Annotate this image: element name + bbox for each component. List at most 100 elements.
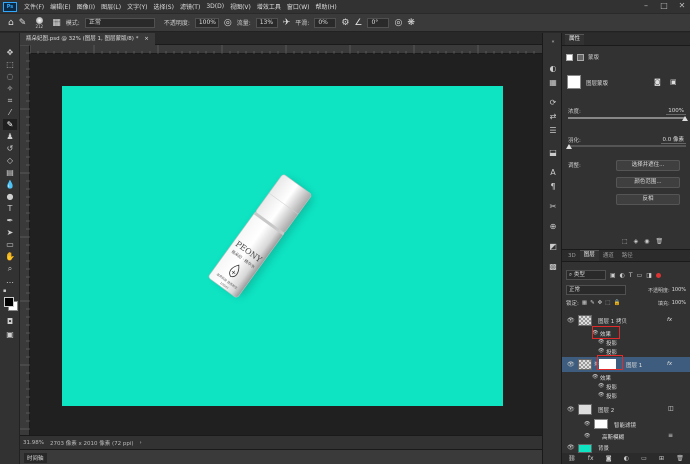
quick-select-tool-icon[interactable]: ✧ <box>3 83 17 94</box>
lock-all-icon[interactable]: 🔒 <box>613 300 620 306</box>
filter-type-icon[interactable]: T <box>629 272 633 279</box>
menu-help[interactable]: 帮助(H) <box>313 2 340 11</box>
learn-panel-icon[interactable]: ⬓ <box>546 147 560 158</box>
tab-channels[interactable]: 通道 <box>599 251 618 261</box>
effect-row-drop-shadow[interactable]: 👁 投影 <box>562 338 690 347</box>
pixel-mask-icon[interactable] <box>566 53 573 61</box>
smart-filters-row[interactable]: 👁 智能滤镜 <box>562 418 690 430</box>
lock-pixels-icon[interactable]: ▦ <box>582 300 587 306</box>
layer-row-layer1-copy[interactable]: 👁 图层 1 拷贝 fx <box>562 313 690 328</box>
document-canvas[interactable]: PEONY 瓶朵妃 · 精华水 滋养肌肤 焕亮新生 100ml <box>62 86 503 406</box>
eye-icon[interactable]: 👁 <box>598 339 604 345</box>
gear-icon[interactable]: ⚙ <box>341 18 349 28</box>
new-layer-icon[interactable]: ⊞ <box>659 455 664 462</box>
brush-tool-icon[interactable]: ✎ <box>19 18 27 28</box>
history-panel-icon[interactable]: ⟳ <box>546 97 560 108</box>
swatches-panel-icon[interactable]: ▦ <box>546 77 560 88</box>
dodge-tool-icon[interactable]: ● <box>3 191 17 202</box>
eye-icon[interactable]: 👁 <box>567 444 575 451</box>
layer-opacity-input[interactable]: 100% <box>672 287 686 293</box>
brush-settings-icon[interactable]: ▦ <box>52 18 61 28</box>
filter-smart-icon[interactable]: ◨ <box>646 272 652 279</box>
feather-value[interactable]: 0.0 像素 <box>660 135 686 144</box>
color-panel-icon[interactable]: ◐ <box>546 63 560 74</box>
history-brush-tool-icon[interactable]: ↺ <box>3 143 17 154</box>
status-arrow-icon[interactable]: › <box>140 440 142 446</box>
move-tool-icon[interactable]: ✥ <box>3 47 17 58</box>
eye-icon[interactable]: 👁 <box>584 421 590 427</box>
properties-panel-icon[interactable]: ⊕ <box>546 221 560 232</box>
density-value[interactable]: 100% <box>666 108 686 115</box>
load-selection-icon[interactable]: ⬚ <box>622 238 628 245</box>
eye-icon[interactable]: 👁 <box>567 317 575 324</box>
shape-tool-icon[interactable]: ▭ <box>3 239 17 250</box>
fx-icon[interactable]: fx <box>667 317 672 323</box>
eye-icon[interactable]: 👁 <box>598 348 604 354</box>
layer-row-background[interactable]: 👁 背景 <box>562 443 690 453</box>
marquee-tool-icon[interactable]: ⬚ <box>3 59 17 70</box>
toggle-mask-icon[interactable]: ◉ <box>644 238 649 245</box>
lock-paint-icon[interactable]: ✎ <box>590 300 595 306</box>
quick-mask-icon[interactable]: ◘ <box>3 316 17 327</box>
effects-row[interactable]: 👁 效果 <box>562 328 690 338</box>
lock-artboard-icon[interactable]: ⬚ <box>605 300 610 306</box>
crop-tool-icon[interactable]: ⌗ <box>3 95 17 106</box>
eye-icon[interactable]: 👁 <box>592 374 598 380</box>
layer-row-layer1[interactable]: 👁 ⛓ 图层 1 fx <box>562 357 690 372</box>
mode-select[interactable]: 正常 <box>84 17 155 28</box>
menu-type[interactable]: 文字(Y) <box>124 2 150 11</box>
eyedropper-tool-icon[interactable]: ⁄ <box>3 107 17 118</box>
smooth-input[interactable]: 0% <box>314 17 337 28</box>
filter-toggle-icon[interactable] <box>655 272 661 278</box>
tab-paths[interactable]: 路径 <box>618 251 637 261</box>
menu-edit[interactable]: 编辑(E) <box>47 2 73 11</box>
menu-select[interactable]: 选择(S) <box>150 2 177 11</box>
filter-adjust-icon[interactable]: ◐ <box>620 272 625 279</box>
feather-slider-handle[interactable] <box>566 144 572 149</box>
color-range-button[interactable]: 颜色范围... <box>616 177 680 188</box>
eraser-tool-icon[interactable]: ◇ <box>3 155 17 166</box>
home-icon[interactable]: ⌂ <box>8 18 14 28</box>
link-layers-icon[interactable]: ⛓ <box>568 455 576 462</box>
gradient-tool-icon[interactable]: ▤ <box>3 167 17 178</box>
type-tool-icon[interactable]: T <box>3 203 17 214</box>
zoom-tool-icon[interactable]: ⌕ <box>3 263 17 274</box>
symmetry-icon[interactable]: ❋ <box>407 18 415 28</box>
tab-properties[interactable]: 属性 <box>565 34 585 45</box>
foreground-color-swatch[interactable] <box>4 297 14 307</box>
blur-tool-icon[interactable]: 💧 <box>3 179 17 190</box>
select-mask-icon[interactable]: ◙ <box>654 78 661 86</box>
effect-row-drop-shadow[interactable]: 👁 投影 <box>562 382 690 391</box>
effects-row[interactable]: 👁 效果 <box>562 372 690 382</box>
smart-filter-mask-thumbnail[interactable] <box>594 419 608 429</box>
effect-row-drop-shadow[interactable]: 👁 投影 <box>562 347 690 356</box>
eye-icon[interactable]: 👁 <box>567 361 575 368</box>
effect-row-drop-shadow[interactable]: 👁 投影 <box>562 391 690 400</box>
filter-pixel-icon[interactable]: ▣ <box>610 272 616 279</box>
invert-button[interactable]: 反相 <box>616 194 680 205</box>
add-vector-mask-icon[interactable]: ▣ <box>670 78 677 86</box>
brush-tool-icon[interactable]: ✎ <box>3 119 17 130</box>
add-style-icon[interactable]: fx <box>588 455 594 462</box>
select-and-mask-button[interactable]: 选择并遮住... <box>616 160 680 171</box>
close-button[interactable]: ✕ <box>674 0 690 13</box>
new-adjustment-icon[interactable]: ◐ <box>624 455 629 462</box>
zoom-level[interactable]: 31.98% <box>23 440 44 446</box>
tab-layers[interactable]: 图层 <box>579 250 599 261</box>
filter-row-gaussian-blur[interactable]: 👁 高斯模糊 ≡ <box>562 431 690 441</box>
density-slider[interactable] <box>568 117 686 119</box>
tool-presets-icon[interactable]: ✂ <box>546 201 560 212</box>
actions-panel-icon[interactable]: ⇄ <box>546 111 560 122</box>
menu-layer[interactable]: 图层(L) <box>98 2 124 11</box>
fx-icon[interactable]: fx <box>667 361 672 367</box>
menu-image[interactable]: 图像(I) <box>74 2 98 11</box>
filter-kind-select[interactable]: ⌕ 类型 <box>566 270 606 280</box>
density-slider-handle[interactable] <box>682 116 688 121</box>
libraries-panel-icon[interactable]: ◩ <box>546 241 560 252</box>
lasso-tool-icon[interactable]: ◌ <box>3 71 17 82</box>
apply-mask-icon[interactable]: ◈ <box>634 238 639 245</box>
menu-filter[interactable]: 滤镜(T) <box>177 2 203 11</box>
tab-3d[interactable]: 3D <box>564 253 580 261</box>
flow-input[interactable]: 13% <box>255 17 278 28</box>
default-colors-icon[interactable]: ▪ <box>3 288 9 294</box>
